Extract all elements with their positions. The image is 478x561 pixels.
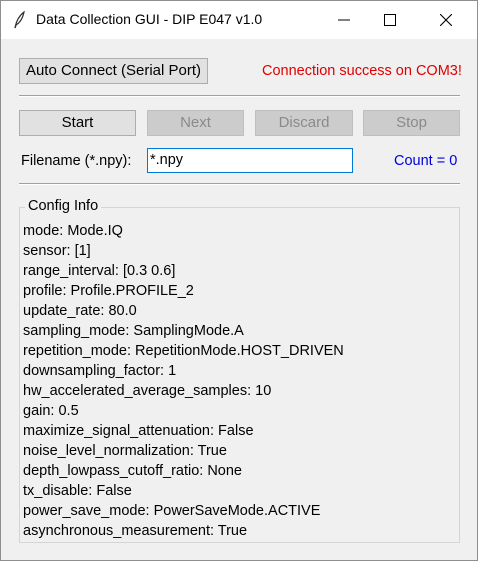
config-line: asynchronous_measurement: True: [23, 523, 248, 539]
feather-icon: [11, 10, 27, 29]
filename-label: Filename (*.npy):: [21, 153, 132, 169]
config-line: noise_level_normalization: True: [23, 443, 227, 459]
config-line: downsampling_factor: 1: [23, 363, 177, 379]
title-bar[interactable]: Data Collection GUI - DIP E047 v1.0: [1, 1, 477, 39]
count-label: Count = 0: [394, 153, 458, 169]
discard-button[interactable]: Discard: [255, 110, 353, 136]
maximize-icon: [384, 14, 396, 26]
separator: [19, 183, 460, 185]
filename-input[interactable]: *.npy: [147, 148, 353, 173]
separator: [19, 95, 460, 97]
connection-status: Connection success on COM3!: [262, 63, 462, 79]
config-line: profile: Profile.PROFILE_2: [23, 283, 194, 299]
minimize-button[interactable]: [321, 1, 367, 39]
config-line: sensor: [1]: [23, 243, 91, 259]
config-line: power_save_mode: PowerSaveMode.ACTIVE: [23, 503, 321, 519]
maximize-button[interactable]: [367, 1, 413, 39]
app-window: Data Collection GUI - DIP E047 v1.0 Auto…: [0, 0, 478, 561]
stop-button[interactable]: Stop: [363, 110, 460, 136]
config-list: mode: Mode.IQ sensor: [1] range_interval…: [23, 221, 344, 541]
auto-connect-button[interactable]: Auto Connect (Serial Port): [19, 58, 208, 84]
config-line: range_interval: [0.3 0.6]: [23, 263, 176, 279]
config-line: repetition_mode: RepetitionMode.HOST_DRI…: [23, 343, 344, 359]
config-info-title: Config Info: [25, 198, 102, 214]
window-title: Data Collection GUI - DIP E047 v1.0: [36, 11, 263, 27]
config-line: gain: 0.5: [23, 403, 79, 419]
config-line: maximize_signal_attenuation: False: [23, 423, 254, 439]
close-icon: [440, 14, 452, 26]
config-line: update_rate: 80.0: [23, 303, 137, 319]
config-line: mode: Mode.IQ: [23, 223, 123, 239]
config-line: sampling_mode: SamplingMode.A: [23, 323, 244, 339]
config-line: depth_lowpass_cutoff_ratio: None: [23, 463, 242, 479]
minimize-icon: [338, 19, 350, 21]
config-line: tx_disable: False: [23, 483, 132, 499]
config-line: hw_accelerated_average_samples: 10: [23, 383, 272, 399]
next-button[interactable]: Next: [147, 110, 244, 136]
start-button[interactable]: Start: [19, 110, 136, 136]
close-button[interactable]: [423, 1, 469, 39]
